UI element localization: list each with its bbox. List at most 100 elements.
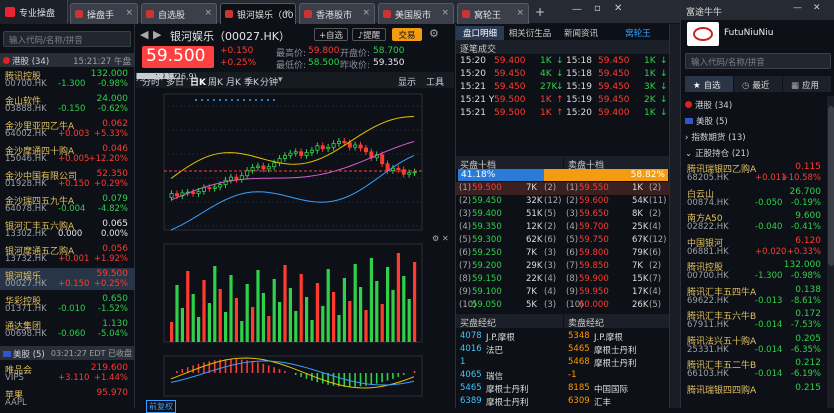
display-menu[interactable]: 显示	[398, 75, 416, 88]
group-header-hk[interactable]: 港股 (34) 15:21:27 午盘	[0, 53, 135, 67]
home-tab[interactable]: 专业操盘	[0, 0, 68, 24]
close-icon[interactable]: ×	[516, 8, 524, 18]
broker-row[interactable]: 5465 摩根士丹利 8185 中国国际	[456, 382, 670, 395]
right-tab-2[interactable]: ◷ 最近	[734, 76, 782, 92]
list-item[interactable]: 银河摩通五乙购A 0.056 13732.HK +0.001 +1.92%	[0, 243, 135, 265]
broker-row[interactable]: 4078 J.P.摩根 5348 J.P.摩根	[456, 330, 670, 343]
list-item[interactable]: 南方A50 9.600 02822.HK -0.040 -0.41%	[681, 210, 827, 234]
close-icon[interactable]: ×	[283, 8, 291, 18]
close-icon[interactable]: ✕	[813, 3, 821, 13]
settings-icon[interactable]: ⚙	[429, 27, 439, 40]
minimize-button[interactable]: —	[572, 4, 582, 15]
depth-row[interactable]: (9) 59.100 7K (4) (9) 59.950 17K (4)	[456, 286, 670, 299]
group-header-us[interactable]: 美股 (5) 03:21:27 EDT 已收盘	[0, 346, 135, 360]
chevron-down-icon[interactable]: ▾	[278, 75, 283, 85]
list-item[interactable]: 苹果 95.970 AAPL	[0, 387, 135, 409]
list-item[interactable]: 腾讯瑞银四乙购A 0.115 68205.HK +0.011 +10.58%	[681, 161, 827, 185]
candlestick-chart[interactable]	[136, 88, 454, 408]
list-item[interactable]: 腾讯汇丰五四牛A 0.138 69622.HK -0.013 -8.61%	[681, 284, 827, 308]
tab-us-market[interactable]: 美国股市 ×	[378, 3, 454, 24]
forward-icon[interactable]: ▶	[153, 28, 161, 41]
close-window-button[interactable]: ✕	[614, 3, 622, 14]
depth-row[interactable]: (7) 59.200 29K (3) (7) 59.850 7K (2)	[456, 260, 670, 273]
adjust-mode-button[interactable]: 前复权	[146, 400, 176, 413]
orderbook-tab[interactable]: 新闻资讯	[556, 26, 606, 40]
tab-label: 自选	[703, 81, 721, 91]
list-item[interactable]: 通达集团 1.130 00698.HK -0.060 -5.04%	[0, 318, 135, 340]
group-us[interactable]: 美股 (5)	[681, 112, 827, 128]
close-icon[interactable]: ×	[125, 8, 133, 18]
minimize-icon[interactable]: —	[793, 3, 802, 13]
chart-period-tab[interactable]: 月K	[226, 75, 241, 88]
depth-row[interactable]: (10) 59.050 5K (3) (10) 60.000 26K (5)	[456, 299, 670, 312]
broker-row[interactable]: 4065 瑞信 -1	[456, 369, 670, 382]
depth-row[interactable]: (2) 59.450 32K (12) (2) 59.600 54K (11)	[456, 195, 670, 208]
tab-galaxy[interactable]: 银河娱乐（00 ×	[220, 3, 296, 24]
list-item[interactable]: 金沙瑞四五九牛A 0.079 64078.HK -0.004 -4.82%	[0, 193, 135, 215]
back-icon[interactable]: ◀	[140, 28, 148, 41]
ask-level: (3)	[566, 209, 579, 219]
list-item[interactable]: 腾讯瑞银四四购A 0.215	[681, 382, 827, 406]
list-item[interactable]: 银河汇丰五六购A 0.065 13302.HK 0.000 0.00%	[0, 218, 135, 240]
tab-watchlist[interactable]: 自选股 ×	[141, 3, 217, 24]
direction-icon: ↑	[556, 95, 564, 105]
list-item[interactable]: 华彩控股 0.650 01371.HK -0.010 -1.52%	[0, 293, 135, 315]
broker-row[interactable]: 4016 法巴 5465 摩根士丹利	[456, 343, 670, 356]
depth-row[interactable]: (8) 59.150 22K (4) (8) 59.900 15K (7)	[456, 273, 670, 286]
user-name[interactable]: FutuNiuNiu	[724, 28, 774, 38]
depth-row[interactable]: (3) 59.400 51K (5) (3) 59.650 8K (2)	[456, 208, 670, 221]
list-item[interactable]: 金山软件 24.000 03888.HK -0.150 -0.62%	[0, 93, 135, 115]
close-icon[interactable]: ×	[204, 8, 212, 18]
chart-period-tab[interactable]: 季K	[244, 75, 259, 88]
list-item[interactable]: 腾讯控股 132.000 00700.HK -1.300 -0.98%	[681, 259, 827, 283]
settings-icon[interactable]: ⚙	[432, 234, 439, 243]
right-scrollbar[interactable]	[827, 96, 834, 408]
orderbook-tab[interactable]: 相关衍生品	[506, 26, 554, 40]
orderbook-tab[interactable]: 窝轮王	[608, 26, 668, 40]
search-input[interactable]: 输入代码/名称/拼音	[3, 31, 131, 47]
scroll-thumb[interactable]	[828, 106, 834, 266]
depth-row[interactable]: (4) 59.350 12K (2) (4) 59.700 25K (4)	[456, 221, 670, 234]
new-tab-button[interactable]: +	[532, 5, 548, 21]
tools-menu[interactable]: 工具	[426, 75, 444, 88]
trade-button[interactable]: 交易	[392, 28, 422, 41]
broker-row[interactable]: 1 5468 摩根士丹利	[456, 356, 670, 369]
group-hk[interactable]: 港股 (34)	[681, 96, 827, 112]
maximize-button[interactable]: ▫	[594, 3, 601, 14]
list-item[interactable]: 腾讯汇丰五六牛B 0.172 67911.HK -0.014 -7.53%	[681, 308, 827, 332]
list-item[interactable]: 腾讯汇丰五二牛B 0.212 66103.HK -0.014 -6.19%	[681, 357, 827, 381]
avatar[interactable]	[687, 22, 719, 46]
add-watchlist-button[interactable]: +自选	[314, 28, 348, 41]
alert-button[interactable]: ♪提醒	[352, 28, 386, 41]
list-item[interactable]: 腾讯控股 132.000 00700.HK -1.300 -0.98%	[0, 68, 135, 90]
depth-row[interactable]: (5) 59.300 62K (6) (5) 59.750 67K (12)	[456, 234, 670, 247]
depth-row[interactable]: (1) 59.500 7K (2) (1) 59.550 1K (2)	[456, 182, 670, 195]
group-stock-positions[interactable]: ⌄ 正股持仓 (21)	[681, 144, 827, 160]
list-item[interactable]: 中国银河 6.120 06881.HK +0.020 +0.33%	[681, 235, 827, 259]
panel-scrollbar[interactable]	[669, 24, 680, 408]
right-search-input[interactable]: 输入代码/名称/拼音	[685, 53, 831, 69]
list-item[interactable]: 金沙摩通四十购A 0.046 15046.HK +0.005 +12.20%	[0, 143, 135, 165]
orderbook-tab[interactable]: 盘口明细	[456, 26, 504, 40]
tab-trader[interactable]: 操盘手 ×	[70, 3, 138, 24]
right-tab-1[interactable]: ★ 自选	[685, 76, 733, 92]
right-tab-3[interactable]: ▦ 应用	[783, 76, 831, 92]
candle	[196, 190, 201, 195]
close-icon[interactable]: ×	[441, 8, 449, 18]
list-item[interactable]: 唯品会 219.600 VIPS +3.110 +1.44%	[0, 362, 135, 384]
price-change-pct: +0.25%	[220, 58, 257, 68]
chart-period-tab[interactable]: 分钟	[260, 75, 278, 88]
list-item[interactable]: 腾讯法兴五十购A 0.205 25331.HK -0.014 -6.35%	[681, 333, 827, 357]
group-index-futures[interactable]: › 指数期货 (13)	[681, 128, 827, 144]
list-item[interactable]: 银河娱乐 59.500 00027.HK +0.150 +0.25%	[0, 268, 135, 290]
broker-row[interactable]: 6389 摩根士丹利 6309 汇丰	[456, 395, 670, 408]
tab-hk-market[interactable]: 香港股市 ×	[299, 3, 375, 24]
list-item[interactable]: 金沙中国有限公司 52.350 01928.HK +0.150 +0.29%	[0, 168, 135, 190]
tab-warrant-king[interactable]: 窝轮王 ×	[457, 3, 529, 24]
chart-period-tab[interactable]: 周K	[208, 75, 223, 88]
close-icon[interactable]: ×	[362, 8, 370, 18]
close-icon[interactable]: ✕	[442, 234, 449, 243]
list-item[interactable]: 白云山 26.700 00874.HK -0.050 -0.19%	[681, 186, 827, 210]
list-item[interactable]: 金沙里亚四乙牛A 0.062 64002.HK +0.003 +5.33%	[0, 118, 135, 140]
depth-row[interactable]: (6) 59.250 7K (3) (6) 59.800 79K (6)	[456, 247, 670, 260]
